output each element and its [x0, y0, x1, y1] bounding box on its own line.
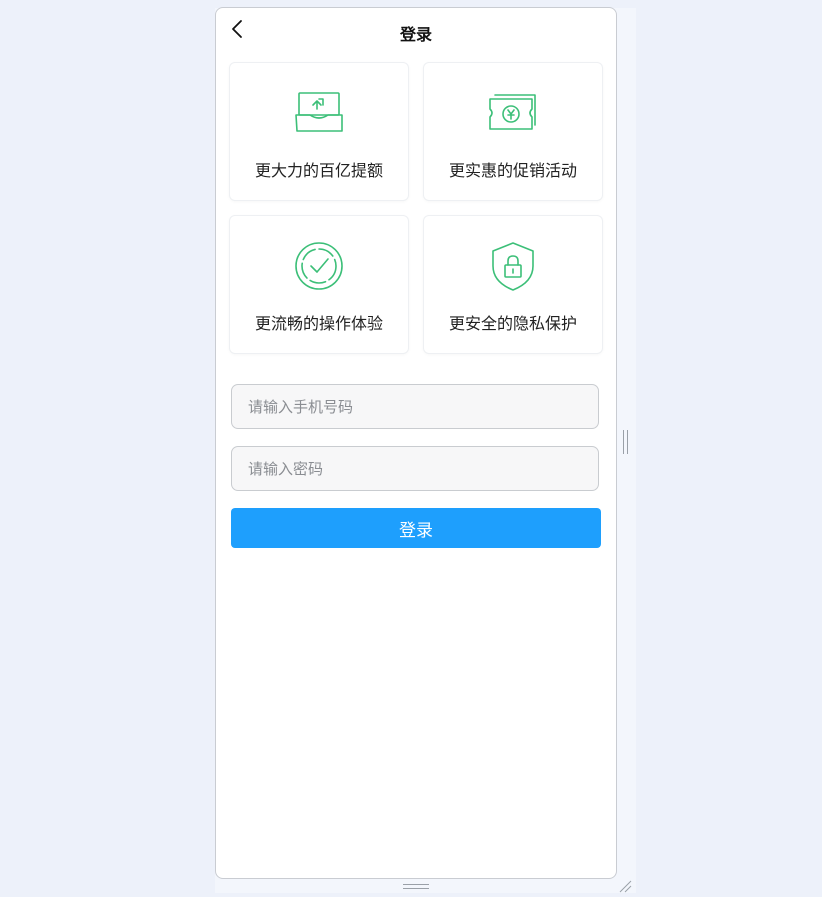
feature-label: 更流畅的操作体验	[254, 314, 383, 333]
horizontal-splitter-handle[interactable]	[403, 884, 429, 889]
phone-screen: 登录 更大力的百亿提额 更实惠的促销活动 更流畅的操作体验 更安全的隐私保护 请…	[215, 7, 617, 879]
password-input[interactable]	[231, 446, 599, 491]
login-button[interactable]: 登录	[231, 508, 601, 548]
vertical-splitter-handle[interactable]	[623, 430, 628, 454]
shield-lock-icon	[492, 242, 534, 291]
feature-card-experience: 更流畅的操作体验	[229, 215, 409, 354]
feature-label: 更实惠的促销活动	[448, 161, 577, 180]
phone-input[interactable]	[231, 384, 599, 429]
feature-label: 更安全的隐私保护	[448, 314, 577, 333]
feature-card-credit: 更大力的百亿提额	[229, 62, 409, 201]
feature-label: 更大力的百亿提额	[254, 161, 383, 180]
feature-card-privacy: 更安全的隐私保护	[423, 215, 603, 354]
coupon-yen-icon	[489, 94, 536, 130]
resize-grip-icon[interactable]	[618, 878, 632, 893]
feature-card-promotion: 更实惠的促销活动	[423, 62, 603, 201]
wallet-arrow-icon	[295, 92, 343, 132]
page-title: 登录	[399, 25, 432, 44]
check-circle-icon	[295, 242, 343, 290]
